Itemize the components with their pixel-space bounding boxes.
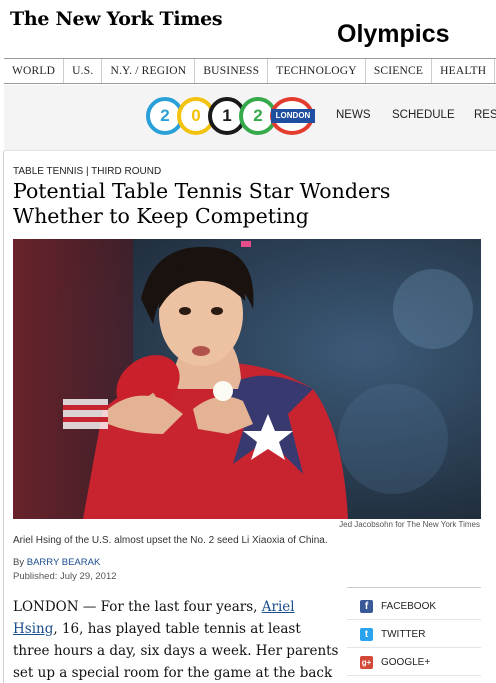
nav-science[interactable]: SCIENCE bbox=[366, 59, 433, 83]
nav-health[interactable]: HEALTH bbox=[432, 59, 496, 83]
nav-world[interactable]: WORLD bbox=[4, 59, 65, 83]
photo-credit: Jed Jacobsohn for The New York Times bbox=[339, 520, 480, 529]
author-link[interactable]: BARRY BEARAK bbox=[27, 557, 101, 568]
london-2012-logo[interactable]: 2 0 1 2 LONDON bbox=[146, 97, 322, 137]
google-plus-icon: g+ bbox=[360, 656, 373, 669]
share-facebook-label: FACEBOOK bbox=[381, 601, 437, 612]
nav-ny-region[interactable]: N.Y. / REGION bbox=[102, 59, 196, 83]
table-tennis-player-image bbox=[13, 239, 481, 519]
share-twitter-label: TWITTER bbox=[381, 629, 426, 640]
section-nav: WORLD U.S. N.Y. / REGION BUSINESS TECHNO… bbox=[4, 58, 496, 84]
byline: By BARRY BEARAK bbox=[13, 557, 100, 568]
share-twitter[interactable]: t TWITTER bbox=[347, 620, 481, 648]
article-headline: Potential Table Tennis Star Wonders Whet… bbox=[13, 179, 391, 228]
nav-business[interactable]: BUSINESS bbox=[195, 59, 269, 83]
nyt-logo[interactable]: The New York Times bbox=[10, 8, 223, 30]
photo-caption: Ariel Hsing of the U.S. almost upset the… bbox=[13, 535, 328, 546]
nav-us[interactable]: U.S. bbox=[64, 59, 103, 83]
olympics-nav-news[interactable]: NEWS bbox=[336, 109, 371, 121]
masthead: The New York Times Olympics bbox=[0, 0, 496, 56]
body-lead: LONDON — For the last four years, bbox=[13, 599, 258, 615]
article-photo[interactable] bbox=[13, 239, 481, 519]
body-continued: , 16, has played table tennis at least t… bbox=[13, 621, 339, 681]
nav-technology[interactable]: TECHNOLOGY bbox=[268, 59, 366, 83]
olympics-bar: 2 0 1 2 LONDON NEWS SCHEDULE RES bbox=[4, 85, 496, 151]
article-body: LONDON — For the last four years, Ariel … bbox=[13, 596, 341, 683]
left-border bbox=[3, 151, 4, 683]
london-badge: LONDON bbox=[271, 109, 315, 123]
byline-prefix: By bbox=[13, 557, 25, 568]
twitter-icon: t bbox=[360, 628, 373, 641]
share-google-plus-label: GOOGLE+ bbox=[381, 657, 431, 668]
published-date: Published: July 29, 2012 bbox=[13, 571, 117, 582]
share-tools: f FACEBOOK t TWITTER g+ GOOGLE+ bbox=[347, 587, 481, 683]
article-kicker[interactable]: TABLE TENNIS | THIRD ROUND bbox=[13, 166, 161, 177]
olympics-nav-results[interactable]: RES bbox=[474, 109, 496, 121]
share-facebook[interactable]: f FACEBOOK bbox=[347, 592, 481, 620]
share-google-plus[interactable]: g+ GOOGLE+ bbox=[347, 648, 481, 676]
facebook-icon: f bbox=[360, 600, 373, 613]
olympics-nav-schedule[interactable]: SCHEDULE bbox=[392, 109, 455, 121]
section-title[interactable]: Olympics bbox=[337, 20, 450, 49]
